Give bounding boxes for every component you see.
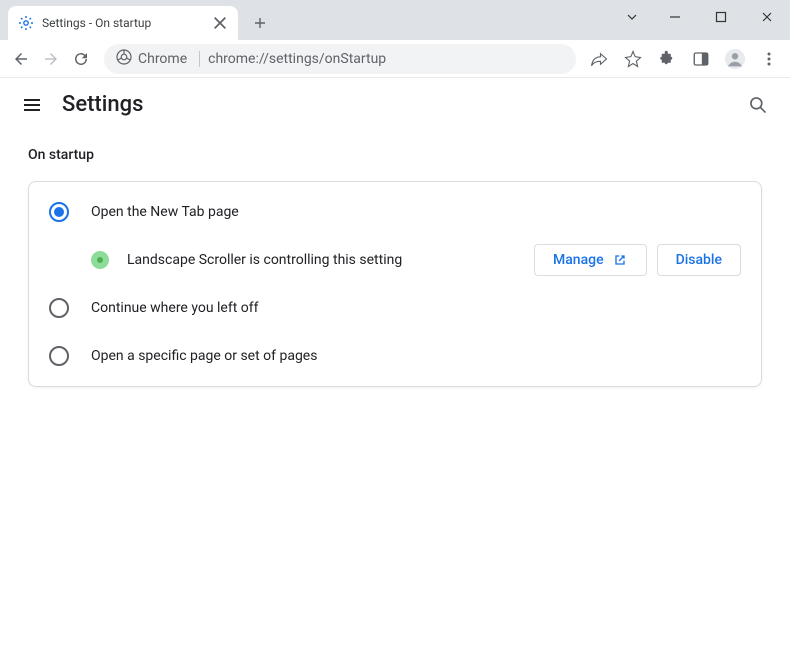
chrome-icon xyxy=(116,49,132,69)
browser-tab[interactable]: Settings - On startup xyxy=(8,6,238,40)
radio-option-continue[interactable]: Continue where you left off xyxy=(29,284,761,332)
profile-button[interactable] xyxy=(720,44,750,74)
manage-button[interactable]: Manage xyxy=(534,244,647,276)
controlled-text: Landscape Scroller is controlling this s… xyxy=(127,252,534,268)
settings-header: Settings xyxy=(0,78,790,131)
option-label: Open the New Tab page xyxy=(91,204,741,220)
maximize-button[interactable] xyxy=(698,0,744,34)
section-title: On startup xyxy=(28,147,762,163)
site-chip: Chrome xyxy=(116,49,187,69)
disable-label: Disable xyxy=(676,252,722,268)
forward-button[interactable] xyxy=(36,44,66,74)
disable-button[interactable]: Disable xyxy=(657,244,741,276)
option-label: Open a specific page or set of pages xyxy=(91,348,741,364)
controlled-by-extension-row: Landscape Scroller is controlling this s… xyxy=(29,236,761,284)
extensions-button[interactable] xyxy=(652,44,682,74)
back-button[interactable] xyxy=(6,44,36,74)
minimize-button[interactable] xyxy=(652,0,698,34)
gear-icon xyxy=(18,15,34,31)
site-chip-label: Chrome xyxy=(138,51,187,67)
radio-icon xyxy=(49,202,69,222)
omnibox[interactable]: Chrome chrome://settings/onStartup xyxy=(104,44,576,74)
close-window-button[interactable] xyxy=(744,0,790,34)
side-panel-button[interactable] xyxy=(686,44,716,74)
radio-icon xyxy=(49,346,69,366)
separator xyxy=(199,51,200,67)
page-title: Settings xyxy=(62,92,746,117)
bookmark-button[interactable] xyxy=(618,44,648,74)
close-tab-icon[interactable] xyxy=(212,15,228,31)
share-button[interactable] xyxy=(584,44,614,74)
window-dropdown[interactable] xyxy=(612,0,652,34)
new-tab-button[interactable] xyxy=(246,9,274,37)
radio-icon xyxy=(49,298,69,318)
omnibox-url: chrome://settings/onStartup xyxy=(208,51,386,67)
toolbar: Chrome chrome://settings/onStartup xyxy=(0,40,790,78)
open-in-new-icon xyxy=(612,252,628,268)
manage-label: Manage xyxy=(553,252,604,268)
radio-option-specific-pages[interactable]: Open a specific page or set of pages xyxy=(29,332,761,380)
startup-card: Open the New Tab page Landscape Scroller… xyxy=(28,181,762,387)
search-settings-button[interactable] xyxy=(746,93,770,117)
reload-button[interactable] xyxy=(66,44,96,74)
menu-button[interactable] xyxy=(754,44,784,74)
radio-option-new-tab[interactable]: Open the New Tab page xyxy=(29,188,761,236)
option-label: Continue where you left off xyxy=(91,300,741,316)
extension-icon xyxy=(91,251,109,269)
tab-title: Settings - On startup xyxy=(42,16,212,30)
hamburger-menu-button[interactable] xyxy=(20,93,44,117)
